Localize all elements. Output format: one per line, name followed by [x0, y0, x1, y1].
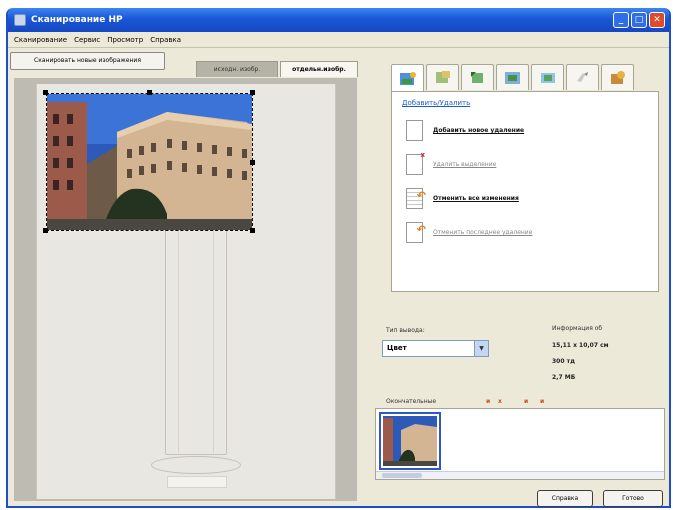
tools-pane: Добавить/Удалить Добавить новое удаление… [385, 64, 665, 294]
thumb-marker[interactable]: и [540, 398, 544, 405]
crop-handle-top[interactable] [147, 90, 152, 95]
image-size: 15,11 x 10,07 см [552, 342, 609, 349]
output-type-value: Цвет [387, 344, 407, 352]
resize-icon [504, 71, 520, 84]
undo-all-icon: ↶ [406, 188, 426, 209]
scan-preview-area[interactable] [14, 78, 357, 501]
thumbnail-strip [375, 408, 665, 480]
image-filesize: 2,7 МБ [552, 374, 576, 381]
menu-scan[interactable]: Сканирование [14, 36, 67, 44]
delete-selection-label: Удалить выделение [433, 161, 497, 168]
thumbnail-scrollbar[interactable] [376, 471, 664, 479]
tab-separate-image[interactable]: отдельн.изобр. [280, 61, 358, 77]
thumbnail-image[interactable] [379, 412, 441, 470]
tab-crop[interactable] [426, 64, 459, 90]
delete-selection-action[interactable]: x Удалить выделение [406, 151, 497, 175]
thumb-marker[interactable]: x [498, 398, 502, 405]
menu-view[interactable]: Просмотр [107, 36, 143, 44]
glass-base [151, 456, 241, 474]
thumb-marker[interactable]: и [486, 398, 490, 405]
add-removal-icon [406, 120, 423, 141]
tool-tabs [391, 64, 634, 92]
scrollbar-thumb[interactable] [382, 473, 422, 478]
done-button[interactable]: Готово [603, 490, 663, 507]
tab-original-image[interactable]: исходн. изобр. [196, 61, 278, 77]
undo-last-action[interactable]: ↶ Отменить последнее удаление [406, 222, 532, 243]
add-remove-icon [399, 71, 416, 85]
crop-handle-top-right[interactable] [250, 90, 255, 95]
tab-add-remove[interactable] [391, 64, 424, 92]
crop-icon [435, 70, 450, 83]
window-title: Сканирование HP [31, 15, 123, 25]
add-new-removal-action[interactable]: Добавить новое удаление [406, 120, 524, 141]
tab-resize[interactable] [496, 64, 529, 90]
crop-handle-bottom-left[interactable] [43, 228, 48, 233]
thumbnails-label: Окончательные [386, 398, 437, 405]
scanner-app-icon [14, 14, 26, 26]
undo-all-action[interactable]: ↶ Отменить все изменения [406, 188, 519, 209]
menu-help[interactable]: Справка [150, 36, 181, 44]
thumb-marker[interactable]: и [524, 398, 528, 405]
crop-handle-top-left[interactable] [43, 90, 48, 95]
undo-last-label: Отменить последнее удаление [433, 229, 533, 236]
menu-tools[interactable]: Сервис [74, 36, 100, 44]
glass-outline [165, 218, 227, 455]
close-button[interactable]: ✕ [649, 12, 665, 28]
output-type-select[interactable]: Цвет ▼ [382, 340, 489, 357]
crop-handle-bottom-right[interactable] [250, 228, 255, 233]
tab-sharpen[interactable] [601, 64, 634, 90]
maximize-button[interactable]: □ [631, 12, 647, 28]
tab-color-correct[interactable] [566, 64, 599, 90]
menu-bar: Сканирование Сервис Просмотр Справка [8, 32, 669, 48]
image-adjust-icon [540, 72, 555, 83]
add-new-removal-label: Добавить новое удаление [433, 127, 525, 134]
tab-rotate[interactable] [461, 64, 494, 90]
selected-photo[interactable] [46, 93, 253, 231]
window-controls: _ □ ✕ [613, 12, 665, 28]
scan-new-images-button[interactable]: Сканировать новые изображения [10, 52, 165, 70]
undo-last-icon: ↶ [406, 222, 426, 243]
building-photo [47, 94, 252, 230]
color-correct-icon [576, 71, 588, 82]
info-label: Информация об [552, 325, 603, 332]
delete-selection-icon: x [406, 151, 425, 175]
title-bar[interactable]: Сканирование HP _ □ ✕ [8, 8, 669, 32]
help-button[interactable]: Справка [537, 490, 593, 507]
crop-handle-right[interactable] [250, 160, 255, 165]
sharpen-icon [610, 70, 625, 84]
minimize-button[interactable]: _ [613, 12, 629, 28]
rotate-icon [470, 71, 483, 83]
image-resolution: 300 тд [552, 358, 575, 365]
panel-title: Добавить/Удалить [402, 99, 471, 107]
output-type-label: Тип вывода: [386, 327, 425, 334]
thumbnail-photo [383, 416, 437, 466]
tab-image-adjust[interactable] [531, 64, 564, 90]
undo-all-label: Отменить все изменения [433, 195, 519, 202]
add-remove-panel: Добавить/Удалить Добавить новое удаление… [391, 91, 659, 292]
glass-foot [167, 476, 227, 488]
chevron-down-icon[interactable]: ▼ [474, 341, 488, 356]
